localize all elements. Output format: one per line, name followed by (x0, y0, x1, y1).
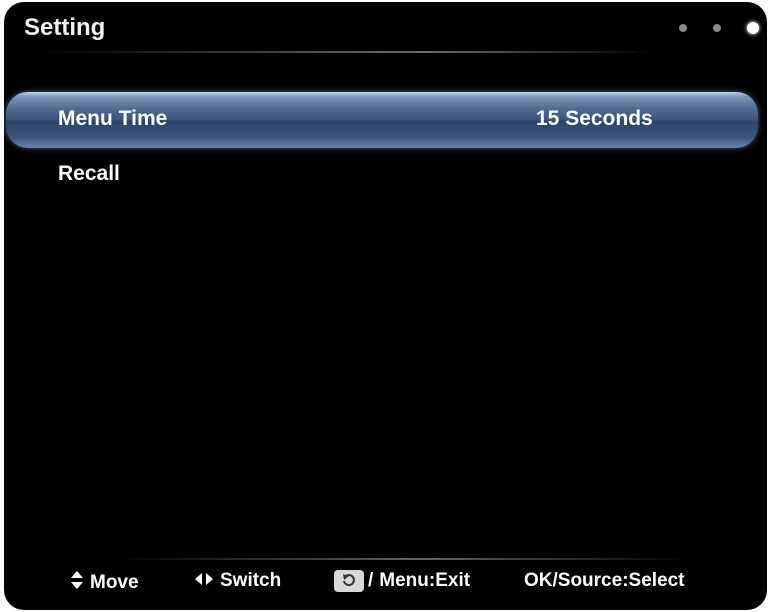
hint-switch: Switch (194, 570, 281, 592)
hint-select: OK/Source:Select (524, 570, 685, 592)
hint-switch-label: Switch (220, 570, 282, 591)
return-icon (334, 570, 364, 592)
hint-exit-label: Menu:Exit (379, 570, 471, 591)
hint-move-label: Move (90, 572, 139, 593)
menu-item-recall[interactable]: Recall (4, 158, 767, 210)
hint-exit-separator: / (368, 570, 374, 591)
tv-menu-panel: Setting Menu Time 15 Seconds Recall Move… (4, 2, 767, 610)
hint-select-label: OK/Source:Select (524, 570, 685, 591)
menu-item-label: Recall (58, 162, 120, 185)
page-dot-3-active (747, 22, 759, 34)
page-dot-1 (679, 24, 687, 32)
page-indicator (679, 22, 759, 34)
left-right-arrow-icon (194, 570, 214, 592)
footer-divider (4, 558, 767, 560)
header-divider (4, 51, 767, 53)
menu-item-menu-time[interactable]: Menu Time 15 Seconds (6, 92, 758, 148)
page-dot-2 (713, 24, 721, 32)
button-guide: Move Switch / Menu:Exit OK/Source:Select (4, 568, 767, 598)
page-title: Setting (24, 14, 106, 41)
menu-item-label: Menu Time (58, 107, 168, 130)
up-down-arrow-icon (70, 570, 84, 596)
hint-move: Move (70, 570, 139, 596)
menu-item-value: 15 Seconds (536, 107, 653, 130)
hint-exit: / Menu:Exit (334, 570, 470, 592)
